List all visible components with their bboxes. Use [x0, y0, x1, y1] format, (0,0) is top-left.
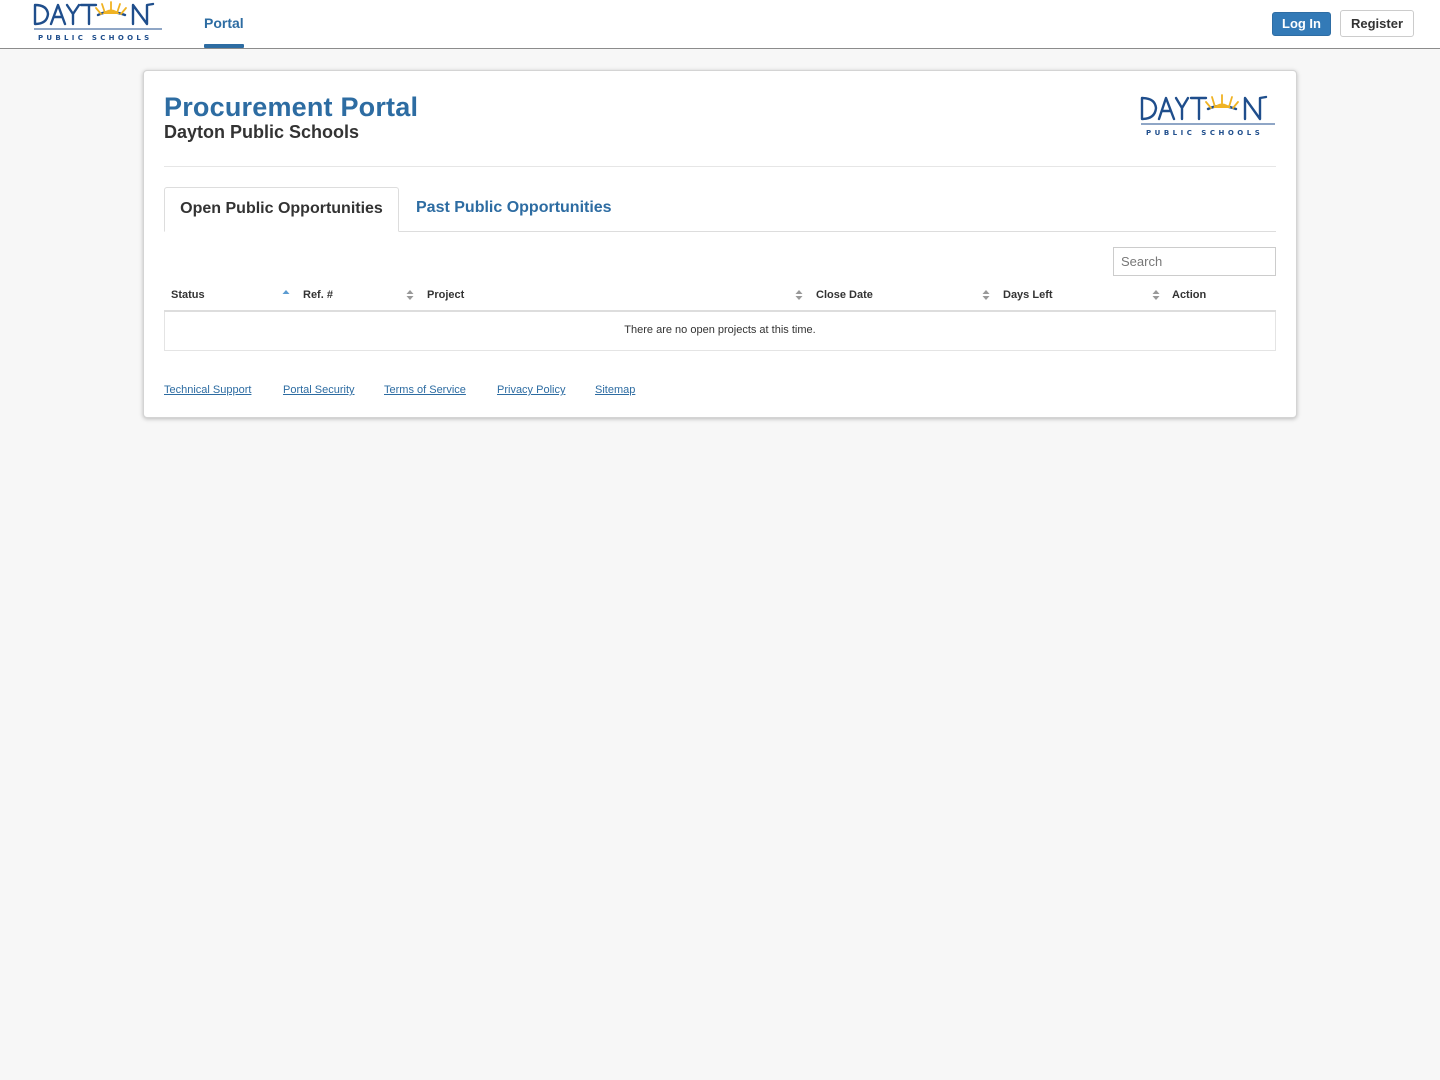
column-header-days-left[interactable]: Days Left [1003, 281, 1053, 310]
column-header-close-date[interactable]: Close Date [816, 281, 873, 310]
dayton-schools-logo: PUBLIC SCHOOLS [1140, 94, 1275, 137]
nav-active-indicator [204, 44, 244, 48]
tab-past-opportunities[interactable]: Past Public Opportunities [416, 187, 612, 231]
column-header-ref[interactable]: Ref. # [303, 281, 333, 310]
page-subtitle: Dayton Public Schools [164, 122, 360, 142]
sort-both-icon[interactable] [795, 287, 803, 303]
sort-both-icon[interactable] [1152, 287, 1160, 303]
empty-table-message: There are no open projects at this time. [624, 324, 816, 336]
sort-ascending-icon[interactable] [282, 287, 290, 303]
footer-link-portal-security[interactable]: Portal Security [283, 384, 355, 396]
sort-both-icon[interactable] [982, 287, 990, 303]
top-navbar: PUBLIC SCHOOLS Portal Log In Register [0, 0, 1440, 49]
register-button[interactable]: Register [1340, 10, 1414, 37]
portal-card: Procurement Portal Dayton Public Schools… [143, 70, 1297, 418]
sort-both-icon[interactable] [406, 287, 414, 303]
footer-link-terms-of-service[interactable]: Terms of Service [384, 384, 466, 396]
tab-open-opportunities[interactable]: Open Public Opportunities [164, 187, 399, 232]
dayton-schools-logo[interactable]: PUBLIC SCHOOLS [32, 0, 164, 44]
svg-text:PUBLIC SCHOOLS: PUBLIC SCHOOLS [1146, 129, 1263, 137]
nav-portal-link[interactable]: Portal [204, 0, 244, 48]
login-button[interactable]: Log In [1272, 12, 1331, 36]
column-header-status[interactable]: Status [171, 281, 205, 310]
opportunity-tabs: Open Public Opportunities Past Public Op… [164, 187, 1276, 232]
column-header-project[interactable]: Project [427, 281, 464, 310]
svg-text:PUBLIC SCHOOLS: PUBLIC SCHOOLS [38, 34, 152, 42]
table-body: There are no open projects at this time. [164, 312, 1276, 351]
column-header-action: Action [1172, 289, 1207, 301]
footer-link-privacy-policy[interactable]: Privacy Policy [497, 384, 565, 396]
footer-link-technical-support[interactable]: Technical Support [164, 384, 251, 396]
search-input[interactable] [1113, 247, 1276, 276]
page-title: Procurement Portal [164, 92, 419, 122]
header-divider [164, 166, 1276, 167]
footer-link-sitemap[interactable]: Sitemap [595, 384, 635, 396]
table-header: Status Ref. # Project Close Date Days Le… [164, 281, 1276, 312]
